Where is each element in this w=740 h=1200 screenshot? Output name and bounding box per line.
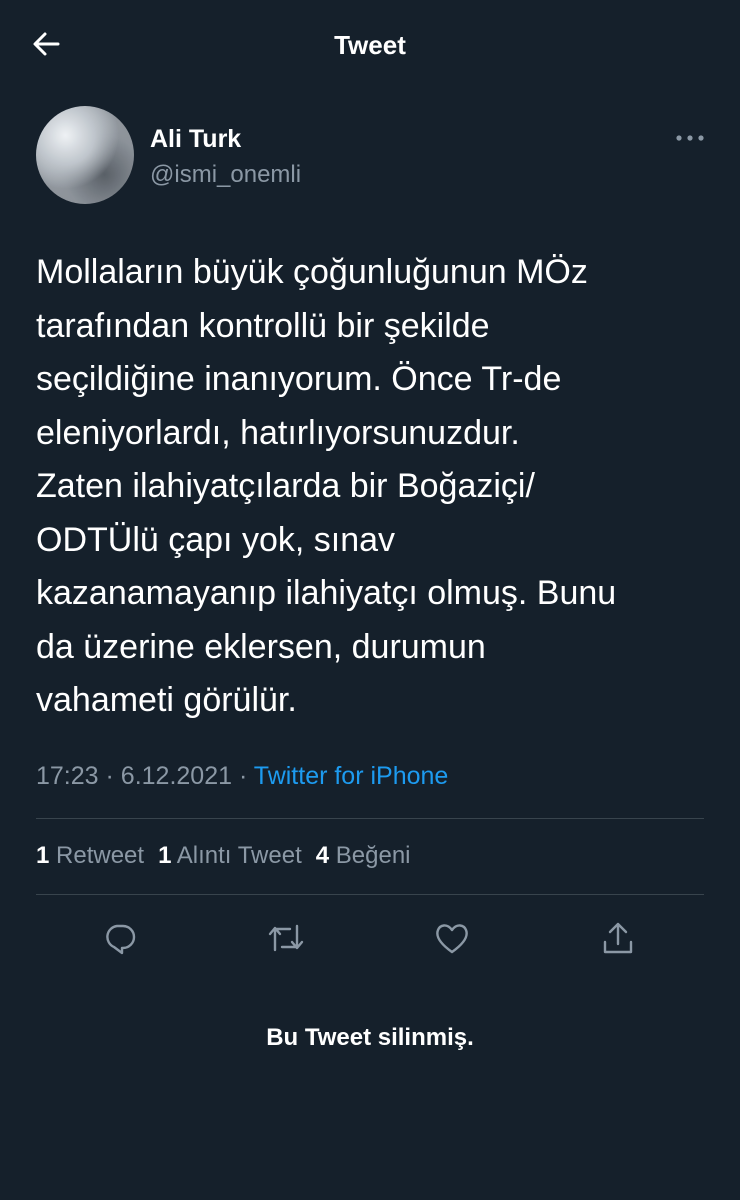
page-title: Tweet	[334, 30, 406, 60]
more-options-button[interactable]	[672, 124, 708, 152]
tweet-actions	[0, 906, 740, 966]
quotes-count: 1	[158, 842, 172, 869]
deleted-notice: Bu Tweet silinmiş.	[266, 1024, 474, 1051]
tweet-source-link[interactable]: Twitter for iPhone	[254, 762, 449, 790]
likes-label: Beğeni	[335, 842, 411, 869]
author-name[interactable]: Ali Turk	[150, 125, 241, 154]
likes-count: 4	[315, 842, 330, 869]
tweet-time: 17:23	[36, 762, 99, 790]
reply-icon	[106, 924, 136, 955]
meta-separator: ·	[105, 762, 114, 790]
retweets-count: 1	[36, 842, 50, 869]
retweets-stat[interactable]: 1 Retweet	[36, 842, 144, 870]
retweets-label: Retweet	[56, 842, 145, 869]
quotes-label: Alıntı Tweet	[176, 842, 302, 869]
likes-stat[interactable]: 4 Beğeni	[316, 842, 411, 870]
retweet-button[interactable]	[264, 916, 308, 960]
tweet-stats: 1 Retweet 1 Alıntı Tweet 4 Beğeni	[36, 842, 411, 870]
like-icon	[436, 924, 468, 954]
divider	[36, 818, 704, 819]
quotes-stat[interactable]: 1 Alıntı Tweet	[158, 842, 302, 870]
tweet-text: Mollaların büyük çoğunluğunun MÖz tarafı…	[36, 253, 617, 719]
tweet-meta: 17:23 · 6.12.2021 · Twitter for iPhone	[36, 762, 448, 791]
share-button[interactable]	[596, 916, 640, 960]
reply-button[interactable]	[98, 916, 142, 960]
tweet-date: 6.12.2021	[120, 762, 233, 790]
avatar[interactable]	[36, 106, 134, 204]
more-horizontal-icon	[676, 135, 704, 141]
meta-separator: ·	[238, 762, 248, 790]
like-button[interactable]	[430, 916, 474, 960]
share-icon	[603, 922, 633, 954]
retweet-icon	[268, 924, 304, 952]
top-bar: Tweet	[0, 0, 740, 92]
author-handle[interactable]: @ismi_onemli	[150, 161, 301, 189]
divider	[36, 894, 704, 895]
